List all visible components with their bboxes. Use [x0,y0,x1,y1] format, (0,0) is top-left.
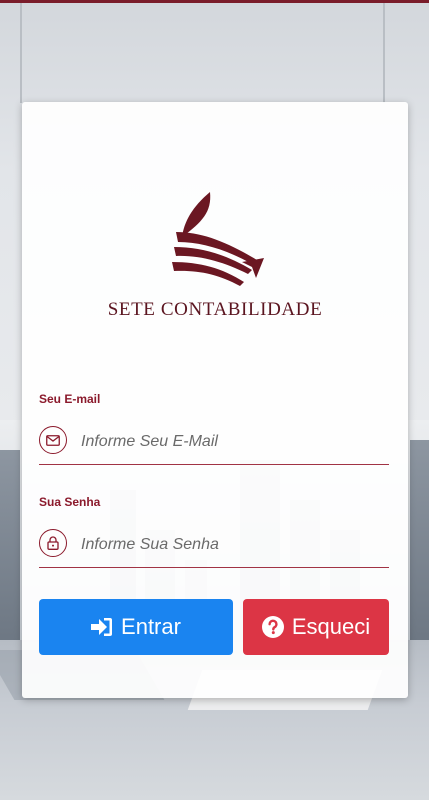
sign-in-icon [91,618,113,636]
forgot-button-label: Esqueci [291,614,371,639]
password-label: Sua Senha [39,495,101,509]
email-label: Seu E-mail [39,392,101,406]
password-input[interactable] [79,531,383,559]
envelope-icon [39,426,67,454]
lock-icon [39,529,67,557]
question-circle-icon [261,616,284,638]
background-pillar [20,3,22,103]
forgot-password-button[interactable]: Esqueci [243,599,389,655]
email-input[interactable] [79,428,383,456]
login-button[interactable]: Entrar [39,599,233,655]
login-card: SETE CONTABILIDADE Seu E-mail Sua Senha … [22,102,408,698]
brand-name: SETE CONTABILIDADE [107,299,323,320]
background-pillar [383,3,385,103]
company-logo-icon [172,192,264,286]
email-field-wrapper [39,422,389,465]
login-button-label: Entrar [121,614,181,639]
password-field-wrapper [39,525,389,568]
